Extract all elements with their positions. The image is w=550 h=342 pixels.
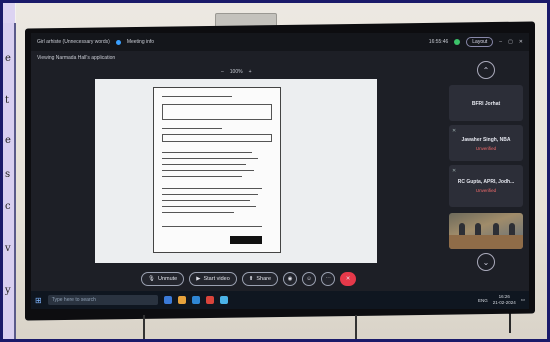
doc-line: [162, 164, 246, 165]
shared-document-area: [95, 79, 377, 263]
chevron-up-icon[interactable]: ⌃: [477, 61, 495, 79]
sharing-label: Viewing Narmada Hall's application: [37, 55, 116, 61]
doc-line: [162, 170, 254, 171]
participant-name: RC Gupta, APRI, Jodh...: [457, 179, 515, 185]
video-person: [459, 223, 465, 235]
maximize-icon[interactable]: ▢: [508, 39, 513, 45]
info-icon: [115, 39, 121, 45]
camera-icon: ▶: [196, 276, 201, 282]
share-icon: ⬆: [248, 276, 254, 282]
participant-tile[interactable]: ✕ RC Gupta, APRI, Jodh... Unverified: [449, 165, 523, 207]
meeting-top-bar: Girl arhiste (Unnecessary words) Meeting…: [31, 33, 529, 51]
participant-video-tile[interactable]: [449, 213, 523, 249]
participant-tile[interactable]: ✕ Jawaher Singh, NBA Unverified: [449, 125, 523, 161]
meeting-title: Girl arhiste (Unnecessary words): [37, 39, 110, 45]
taskbar-search[interactable]: Type here to search: [47, 295, 158, 305]
file-explorer-icon[interactable]: [177, 296, 186, 304]
windows-start-icon[interactable]: ⊞: [35, 296, 42, 305]
doc-line: [162, 194, 258, 195]
strip-char: v: [5, 243, 11, 254]
start-video-button[interactable]: ▶ Start video: [189, 272, 237, 286]
video-person: [475, 223, 481, 235]
share-button[interactable]: ⬆ Share: [241, 272, 279, 286]
video-desk: [449, 235, 523, 249]
doc-line: [162, 128, 222, 129]
edge-icon[interactable]: [191, 296, 200, 304]
tv-stand-left: [143, 315, 145, 339]
system-tray: ENG 16:26 21-02-2024 ▭: [478, 294, 525, 306]
doc-line: [162, 212, 234, 213]
doc-signature-block: [230, 236, 262, 244]
doc-line: [162, 158, 258, 159]
video-person: [509, 223, 515, 235]
chrome-icon[interactable]: [205, 296, 214, 304]
windows-taskbar: ⊞ Type here to search ENG 16:26 21-02-20…: [31, 291, 529, 309]
mic-off-icon: ✕: [452, 128, 457, 134]
unmute-button[interactable]: 🎙 Unmute: [141, 272, 185, 286]
unmute-label: Unmute: [157, 276, 178, 282]
record-button[interactable]: ◉: [283, 272, 298, 286]
participants-panel: ⌃ BFRI Jorhat ✕ Jawaher Singh, NBA Unver…: [449, 61, 527, 277]
doc-line: [162, 96, 232, 97]
more-options-button[interactable]: ⋯: [321, 272, 336, 286]
strip-char: e: [5, 53, 11, 64]
meeting-info-link[interactable]: Meeting info: [127, 39, 154, 45]
doc-line: [162, 152, 252, 153]
zoom-out-icon[interactable]: –: [221, 69, 224, 75]
zoom-level[interactable]: 100%: [230, 69, 243, 75]
photo-frame: e t e s c v y Girl arhiste (Unnecessary …: [0, 0, 550, 342]
strip-char: c: [5, 201, 11, 212]
strip-char: e: [5, 135, 11, 146]
doc-line: [162, 226, 262, 227]
taskbar-clock[interactable]: 16:26 21-02-2024: [493, 294, 516, 306]
webex-icon[interactable]: [219, 296, 228, 304]
layout-button[interactable]: Layout: [466, 37, 494, 47]
connection-status-icon: [454, 39, 461, 45]
meeting-time: 16:55:46: [428, 39, 449, 45]
participant-status: Unverified: [475, 146, 497, 151]
doc-line: [162, 200, 250, 201]
participant-name: BFRI Jorhat: [471, 101, 501, 107]
zoom-bar: – 100% +: [221, 69, 252, 75]
doc-table: [162, 104, 272, 120]
participant-status: Unverified: [475, 188, 497, 193]
left-text-strip: e t e s c v y: [3, 23, 16, 339]
start-video-label: Start video: [203, 276, 230, 282]
mic-off-icon: ✕: [452, 168, 457, 174]
task-view-icon[interactable]: [163, 296, 172, 304]
video-person: [493, 223, 499, 235]
chevron-down-icon[interactable]: ⌄: [477, 253, 495, 271]
strip-char: y: [5, 285, 11, 296]
close-icon[interactable]: ✕: [519, 39, 523, 45]
sharing-bar: Viewing Narmada Hall's application: [31, 51, 529, 65]
language-indicator[interactable]: ENG: [478, 298, 488, 303]
doc-line: [162, 188, 262, 189]
zoom-in-icon[interactable]: +: [249, 69, 252, 75]
doc-line: [162, 176, 242, 177]
tv-screen: Girl arhiste (Unnecessary words) Meeting…: [31, 33, 529, 309]
meeting-controls: 🎙 Unmute ▶ Start video ⬆ Share ◉ ☺ ⋯ ✕: [141, 271, 357, 287]
end-call-button[interactable]: ✕: [340, 272, 357, 286]
tv-stand-right: [355, 315, 357, 339]
strip-char: t: [5, 95, 10, 106]
doc-line: [162, 206, 256, 207]
share-label: Share: [256, 276, 272, 282]
participant-name: Jawaher Singh, NBA: [461, 137, 511, 143]
doc-table: [162, 134, 272, 142]
shared-document-page: [153, 87, 281, 253]
participant-tile[interactable]: BFRI Jorhat: [449, 85, 523, 121]
strip-char: s: [5, 169, 11, 180]
notifications-icon[interactable]: ▭: [521, 297, 525, 303]
reactions-button[interactable]: ☺: [302, 272, 317, 286]
mic-icon: 🎙: [148, 276, 155, 282]
minimize-icon[interactable]: –: [499, 39, 502, 45]
clock-date: 21-02-2024: [492, 300, 516, 305]
